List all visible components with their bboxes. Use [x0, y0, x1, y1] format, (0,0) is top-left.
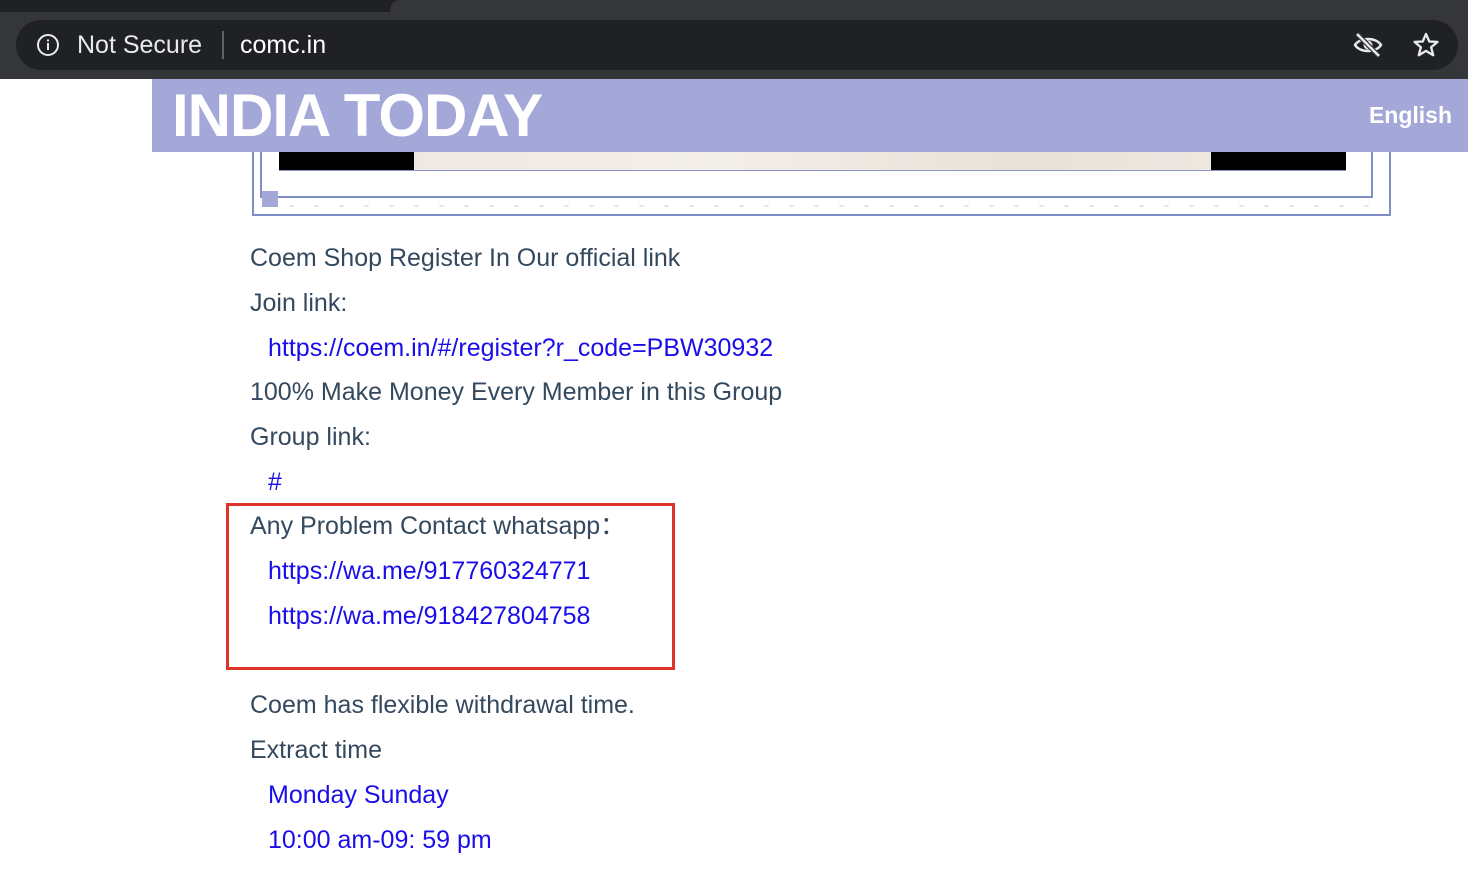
- address-divider: [222, 31, 224, 59]
- banner-image: [279, 152, 1346, 171]
- extract-days[interactable]: Monday Sunday: [268, 780, 449, 810]
- group-label: Group link:: [250, 423, 371, 451]
- security-status[interactable]: Not Secure: [77, 30, 202, 60]
- highlight-annotation-box: [226, 503, 675, 670]
- eye-off-icon[interactable]: [1353, 31, 1383, 59]
- site-logo-title[interactable]: INDIA TODAY: [172, 83, 543, 149]
- register-heading: Coem Shop Register In Our official link: [250, 244, 681, 272]
- active-tab[interactable]: [390, 0, 1468, 12]
- url-text[interactable]: comc.in: [240, 30, 326, 60]
- bookmark-star-icon[interactable]: [1412, 31, 1440, 59]
- address-bar[interactable]: Not Secure comc.in: [16, 20, 1458, 70]
- group-link[interactable]: #: [268, 467, 282, 497]
- withdrawal-text: Coem has flexible withdrawal time.: [250, 691, 635, 719]
- image-letterbox-left: [279, 152, 414, 170]
- frame-corner-decoration: [262, 191, 278, 207]
- info-icon[interactable]: [36, 33, 60, 57]
- extract-label: Extract time: [250, 736, 382, 764]
- make-money-text: 100% Make Money Every Member in this Gro…: [250, 378, 783, 406]
- join-label: Join link:: [250, 289, 348, 317]
- image-letterbox-right: [1211, 152, 1346, 170]
- site-banner: INDIA TODAY English: [152, 79, 1468, 152]
- tab-strip: [0, 0, 1468, 12]
- language-selector[interactable]: English: [1369, 101, 1452, 129]
- extract-hours[interactable]: 10:00 am-09: 59 pm: [268, 825, 492, 855]
- join-link[interactable]: https://coem.in/#/register?r_code=PBW309…: [268, 333, 773, 363]
- browser-toolbar: Not Secure comc.in: [0, 0, 1468, 79]
